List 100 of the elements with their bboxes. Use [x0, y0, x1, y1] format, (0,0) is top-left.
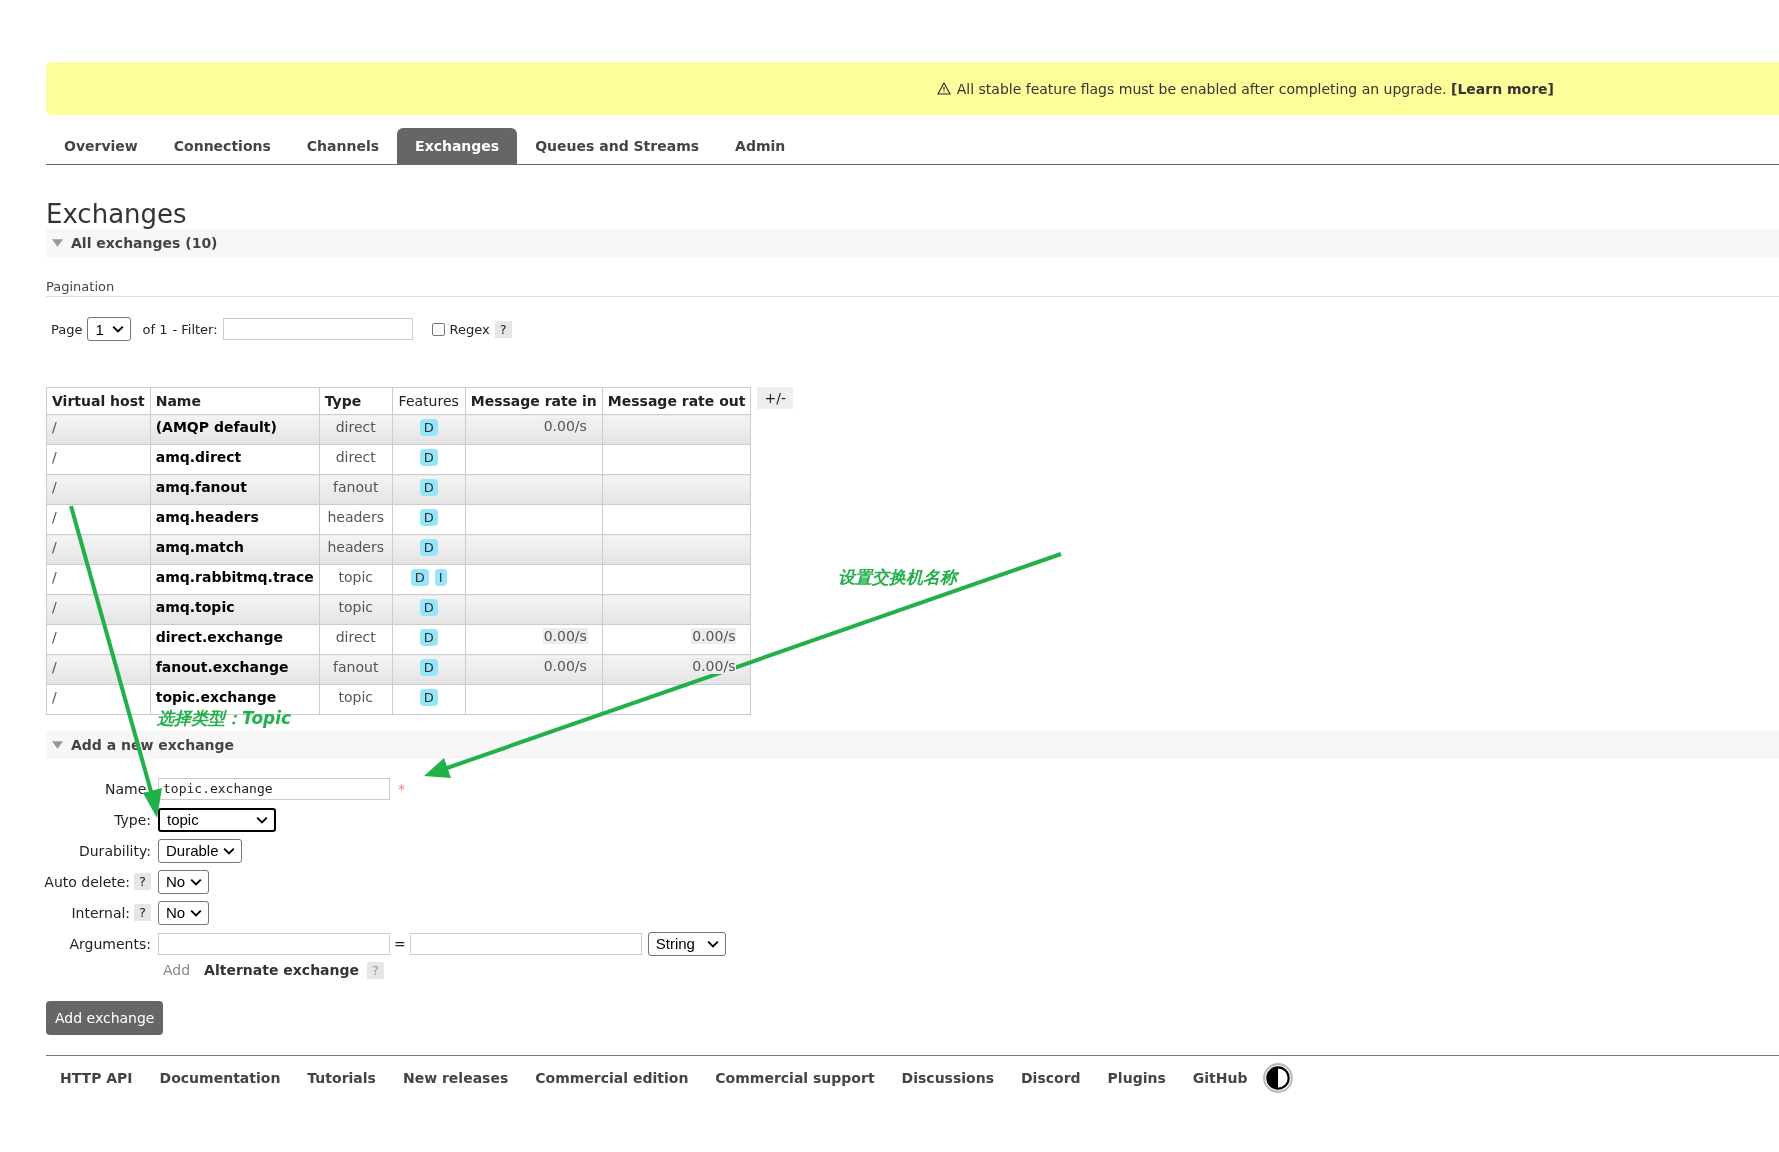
- table-cell: 0.00/s: [542, 418, 588, 434]
- theme-toggle-icon[interactable]: [1262, 1062, 1295, 1094]
- filter-label: - Filter:: [172, 321, 218, 337]
- regex-label: Regex: [449, 321, 490, 337]
- exchange-link[interactable]: (AMQP default): [150, 414, 320, 445]
- column-header: Message rate out: [602, 387, 751, 415]
- feature-badge: I: [434, 569, 447, 586]
- feature-badge: D: [419, 539, 438, 556]
- column-header: Message rate in: [465, 387, 603, 415]
- column-header: Type: [319, 387, 393, 415]
- caret-icon: [190, 908, 202, 917]
- page-count: of 1: [142, 321, 168, 337]
- exchange-link[interactable]: amq.direct: [150, 444, 320, 475]
- table-cell: /: [46, 624, 151, 655]
- exchange-link[interactable]: amq.rabbitmq.trace: [150, 564, 320, 595]
- table-cell: 0.00/s: [542, 628, 588, 644]
- feature-badge: D: [419, 599, 438, 616]
- table-cell: topic: [319, 684, 393, 715]
- field-label: Internal:: [71, 904, 131, 921]
- feature-badge: D: [419, 509, 438, 526]
- filter-field[interactable]: [222, 318, 413, 340]
- table-cell: /: [46, 534, 151, 565]
- collapse-icon: [52, 239, 63, 247]
- caret-icon: [112, 325, 125, 333]
- footer-link[interactable]: Plugins: [1107, 1070, 1166, 1086]
- regex-checkbox[interactable]: [431, 322, 445, 336]
- nav-tab[interactable]: Channels: [288, 128, 398, 164]
- table-cell: 0.00/s: [691, 628, 737, 644]
- table-cell: /: [46, 564, 151, 595]
- table-cell: fanout: [319, 654, 393, 685]
- column-header: Name: [150, 387, 320, 415]
- exchange-link[interactable]: direct.exchange: [150, 624, 320, 655]
- feature-badge: D: [419, 479, 438, 496]
- help-button[interactable]: ?: [134, 904, 151, 921]
- field-label: Name:: [104, 780, 151, 797]
- exchange-link[interactable]: amq.topic: [150, 594, 320, 625]
- nav-tab[interactable]: Admin: [717, 128, 804, 164]
- table-cell: 0.00/s: [542, 658, 588, 674]
- internal-select[interactable]: No: [158, 900, 209, 925]
- exchange-link[interactable]: amq.headers: [150, 504, 320, 535]
- feature-badge: D: [419, 629, 438, 646]
- exchange-link[interactable]: amq.match: [150, 534, 320, 565]
- exchange-link[interactable]: fanout.exchange: [150, 654, 320, 685]
- field-label: Durability:: [78, 842, 151, 859]
- field-label: Auto delete:: [44, 873, 131, 890]
- durability-select[interactable]: Durable: [158, 838, 242, 863]
- feature-badge: D: [419, 419, 438, 436]
- nav-tab[interactable]: Overview: [46, 128, 156, 164]
- footer-link[interactable]: HTTP API: [60, 1070, 133, 1086]
- argument-value-field[interactable]: [409, 932, 642, 955]
- caret-icon: [223, 846, 235, 855]
- required-mark: *: [398, 780, 405, 797]
- table-cell: fanout: [319, 474, 393, 505]
- table-cell: /: [46, 684, 151, 715]
- argument-type-select[interactable]: String: [647, 931, 726, 956]
- columns-toggle-button[interactable]: +/-: [757, 387, 793, 409]
- alternate-exchange-link[interactable]: Alternate exchange: [204, 962, 360, 978]
- caret-icon: [706, 939, 719, 948]
- help-button[interactable]: ?: [494, 320, 512, 338]
- footer-link[interactable]: Tutorials: [307, 1070, 376, 1086]
- collapse-icon: [52, 741, 63, 749]
- table-cell: /: [46, 414, 151, 445]
- section-header[interactable]: All exchanges (10): [46, 229, 1779, 257]
- footer-link[interactable]: Commercial support: [715, 1070, 875, 1086]
- field-label: Arguments:: [69, 935, 151, 952]
- add-exchange-button[interactable]: Add exchange: [46, 1001, 164, 1035]
- footer-link[interactable]: GitHub: [1192, 1070, 1248, 1086]
- nav-tab[interactable]: Exchanges: [397, 128, 518, 164]
- argument-key-field[interactable]: [158, 932, 390, 955]
- feature-badge: D: [419, 689, 438, 706]
- field-label: Type:: [114, 811, 151, 828]
- type-select[interactable]: topic: [158, 807, 276, 832]
- feature-badge: D: [419, 449, 438, 466]
- pagination-heading: Pagination: [46, 279, 1779, 297]
- warning-icon: [936, 82, 951, 95]
- equals-sign: =: [394, 935, 406, 952]
- footer-link[interactable]: Documentation: [159, 1070, 281, 1086]
- footer-link[interactable]: Commercial edition: [535, 1070, 689, 1086]
- feature-badge: D: [410, 569, 429, 586]
- table-cell: headers: [319, 504, 393, 535]
- table-cell: direct: [319, 624, 393, 655]
- table-cell: /: [46, 474, 151, 505]
- feature-badge: D: [419, 659, 438, 676]
- exchange-link[interactable]: amq.fanout: [150, 474, 320, 505]
- table-cell: /: [46, 504, 151, 535]
- help-button[interactable]: ?: [134, 873, 151, 890]
- footer-link[interactable]: Discussions: [901, 1070, 994, 1086]
- nav-tab[interactable]: Connections: [155, 128, 289, 164]
- caret-icon: [190, 877, 202, 886]
- banner-text: All stable feature flags must be enabled after completing an upgrade. [Learn more]: [956, 80, 1554, 97]
- footer-link[interactable]: New releases: [402, 1070, 509, 1086]
- nav-tab[interactable]: Queues and Streams: [517, 128, 718, 164]
- page-select[interactable]: 1: [87, 317, 132, 341]
- add-argument-link[interactable]: Add: [163, 962, 191, 978]
- auto-delete-select[interactable]: No: [158, 869, 209, 894]
- footer-link[interactable]: Discord: [1021, 1070, 1081, 1086]
- page-title: Exchanges: [46, 199, 188, 229]
- table-cell: direct: [319, 414, 393, 445]
- name-field[interactable]: topic.exchange: [158, 777, 390, 800]
- table-cell: /: [46, 444, 151, 475]
